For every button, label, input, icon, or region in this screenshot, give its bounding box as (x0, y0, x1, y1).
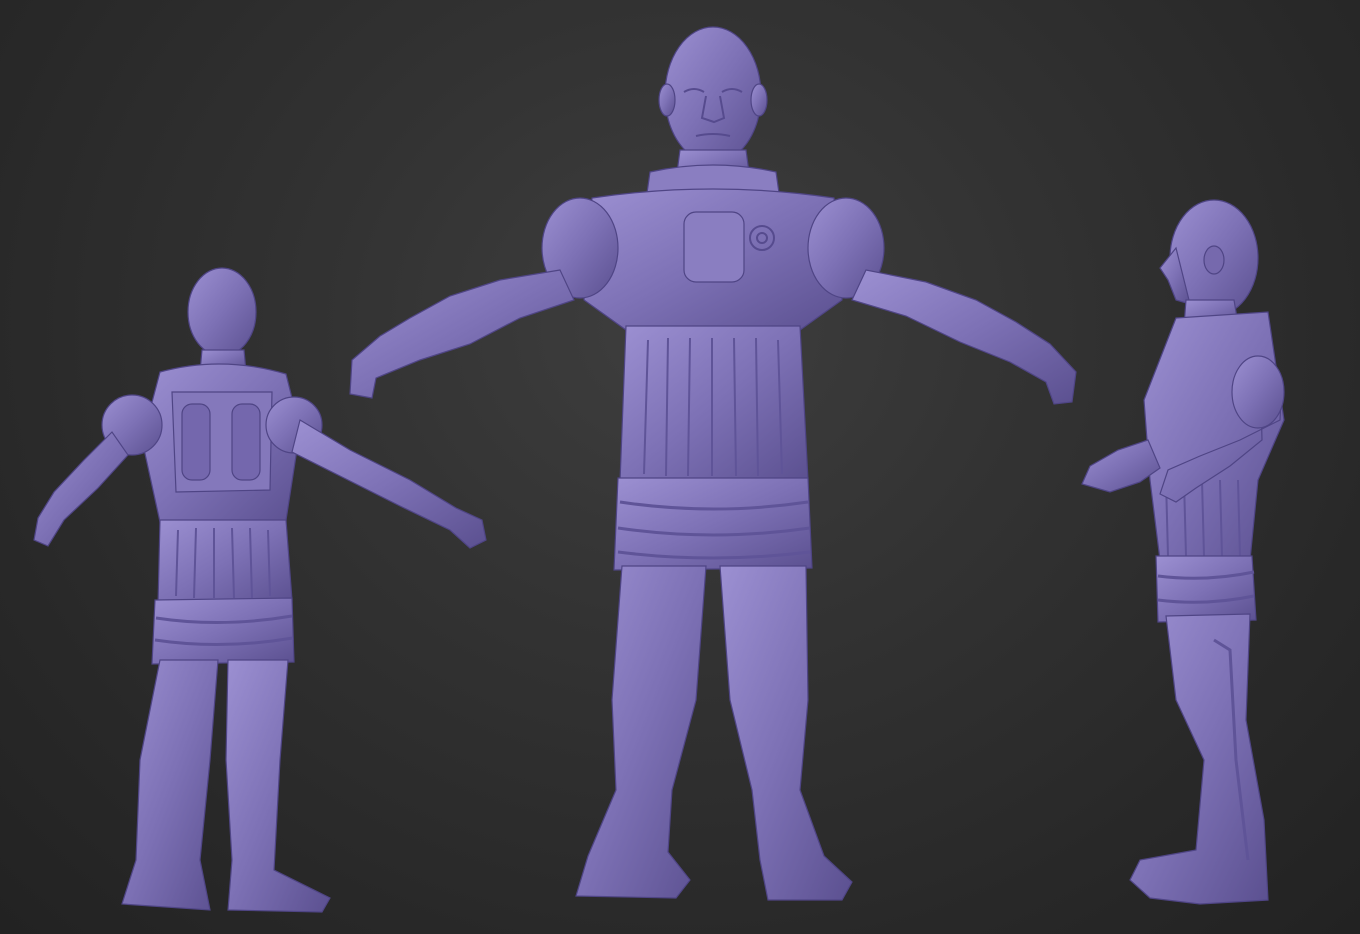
figure-front-view (349, 26, 1077, 901)
sculpt-viewport[interactable] (0, 0, 1360, 934)
figure-side-view (1081, 199, 1285, 905)
back-right-leg (225, 659, 331, 913)
back-head (187, 267, 257, 357)
model-canvas (33, 26, 1285, 913)
front-right-leg (719, 565, 853, 901)
back-left-leg (121, 659, 219, 911)
side-torso (1143, 311, 1285, 561)
front-head (664, 26, 762, 164)
front-left-leg (575, 565, 707, 899)
side-leg (1129, 613, 1269, 905)
figure-back-view (33, 267, 487, 913)
